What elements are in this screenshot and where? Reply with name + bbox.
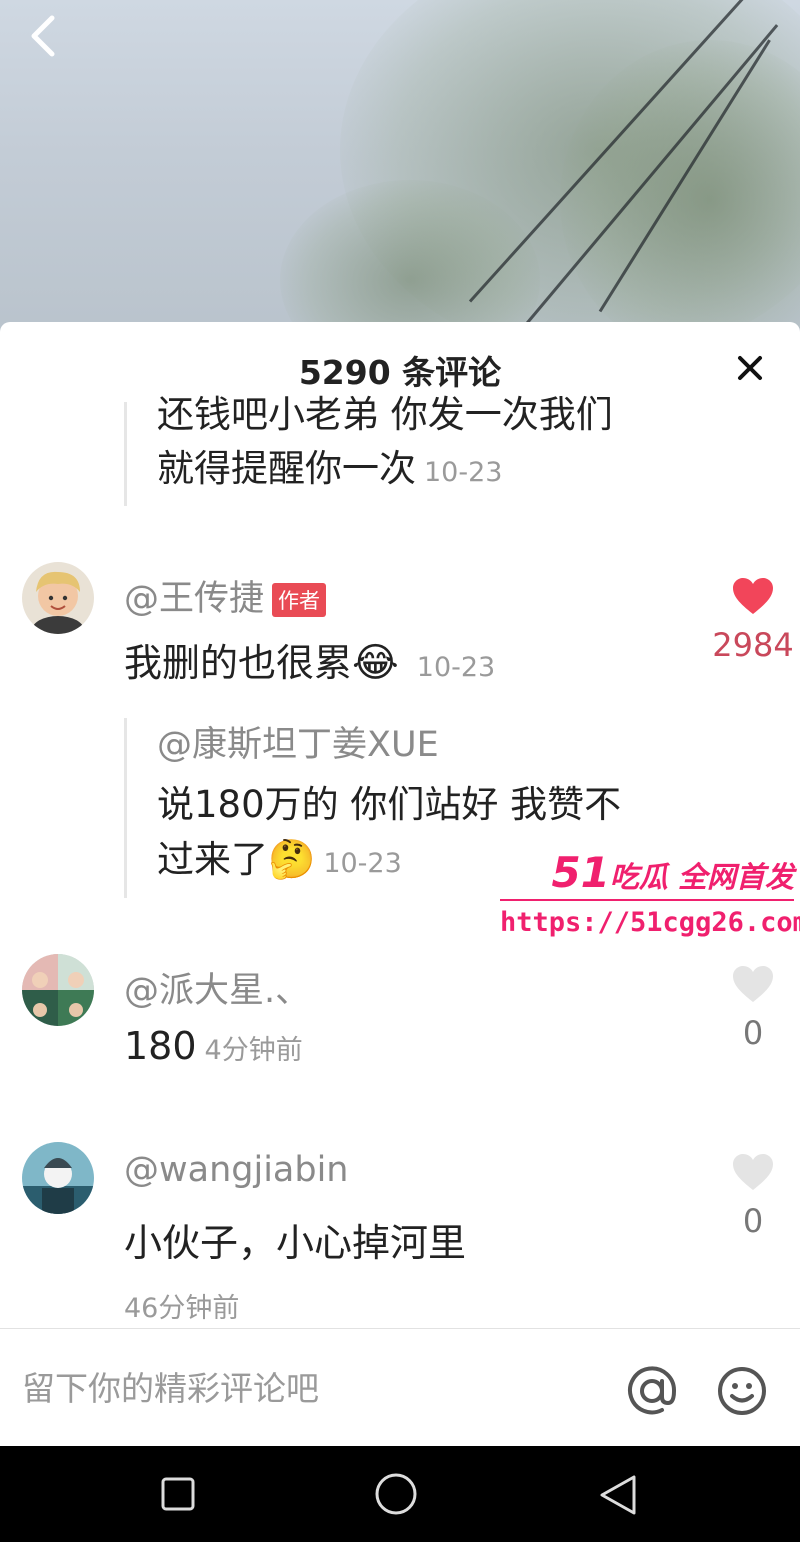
reply-text: 就得提醒你一次 [157,447,416,490]
laugh-cry-emoji: 😂 [352,640,399,686]
avatar[interactable] [22,1142,94,1214]
avatar[interactable] [22,562,94,634]
triangle-back-icon [600,1475,636,1515]
like-count: 0 [742,1014,764,1052]
reply-time: 10-23 [424,457,503,488]
comment-input-bar [0,1328,800,1446]
author-name[interactable]: @王传捷 [124,579,264,619]
reply-text: 过来了 [157,838,268,881]
watermark-number: 51 [551,848,610,897]
video-background [0,0,800,340]
recents-button[interactable] [160,1476,196,1516]
comment-input[interactable] [22,1363,582,1413]
comment-author[interactable]: @王传捷 作者 [124,570,327,621]
home-button[interactable] [374,1472,418,1520]
like-button[interactable]: 0 [708,964,798,1052]
comment-text: 小伙子，小心掉河里 [124,1221,467,1265]
avatar[interactable] [22,954,94,1026]
watermark: 51吃瓜 全网首发 https://51cgg26.com [500,848,800,938]
system-nav-bar [0,1446,800,1542]
smiley-icon [718,1367,766,1415]
watermark-divider [500,899,794,901]
heart-outline-icon [733,966,773,1002]
reply-quote: 还钱吧小老弟 你发一次我们 就得提醒你一次 10-23 [124,393,744,506]
author-badge: 作者 [272,583,327,617]
mention-button[interactable] [626,1365,678,1421]
square-icon [161,1477,195,1511]
heart-outline-icon [733,1154,773,1190]
like-button[interactable]: 0 [708,1152,798,1240]
comment-time: 4分钟前 [204,1035,303,1066]
comment-item: @派大星.、 180 4分钟前 0 [0,954,800,1094]
comment-body: 180 [124,1024,197,1068]
watermark-brand: 51吃瓜 全网首发 [500,848,800,897]
comment-author[interactable]: @派大星.、 [124,962,310,1013]
comment-text: 我删的也很累😂 10-23 [124,632,495,687]
comment-body: 我删的也很累 [124,641,353,685]
back-nav-button[interactable] [598,1474,638,1520]
chevron-left-icon [31,15,55,57]
heart-filled-icon [733,578,773,614]
reply-time: 10-23 [323,848,402,879]
watermark-url: https://51cgg26.com [500,907,800,938]
like-count: 2984 [712,626,794,664]
emoji-button[interactable] [716,1365,768,1421]
reply-text-line: 说180万的 你们站好 我赞不 [157,783,622,826]
reply-text-line: 还钱吧小老弟 你发一次我们 [157,393,613,436]
like-count: 0 [742,1202,764,1240]
comment-author[interactable]: @wangjiabin [124,1150,349,1190]
close-button[interactable] [730,348,770,388]
circle-icon [375,1473,417,1515]
comment-item: @wangjiabin 小伙子，小心掉河里 46分钟前 0 [0,1140,800,1324]
watermark-text: 吃瓜 全网首发 [609,860,794,894]
at-sign-icon [628,1366,677,1415]
back-button[interactable] [20,14,64,58]
reply-author[interactable]: @康斯坦丁姜XUE [157,720,744,770]
comment-count-title: 5290 条评论 [298,353,502,392]
like-button[interactable]: 2984 [708,576,798,664]
thinking-emoji: 🤔 [268,837,316,881]
close-icon [738,356,762,380]
comment-time: 10-23 [416,652,496,683]
reply-text-line: 就得提醒你一次 10-23 [157,442,744,500]
comment-text: 180 4分钟前 [124,1024,303,1068]
comment-time: 46分钟前 [124,1293,240,1324]
